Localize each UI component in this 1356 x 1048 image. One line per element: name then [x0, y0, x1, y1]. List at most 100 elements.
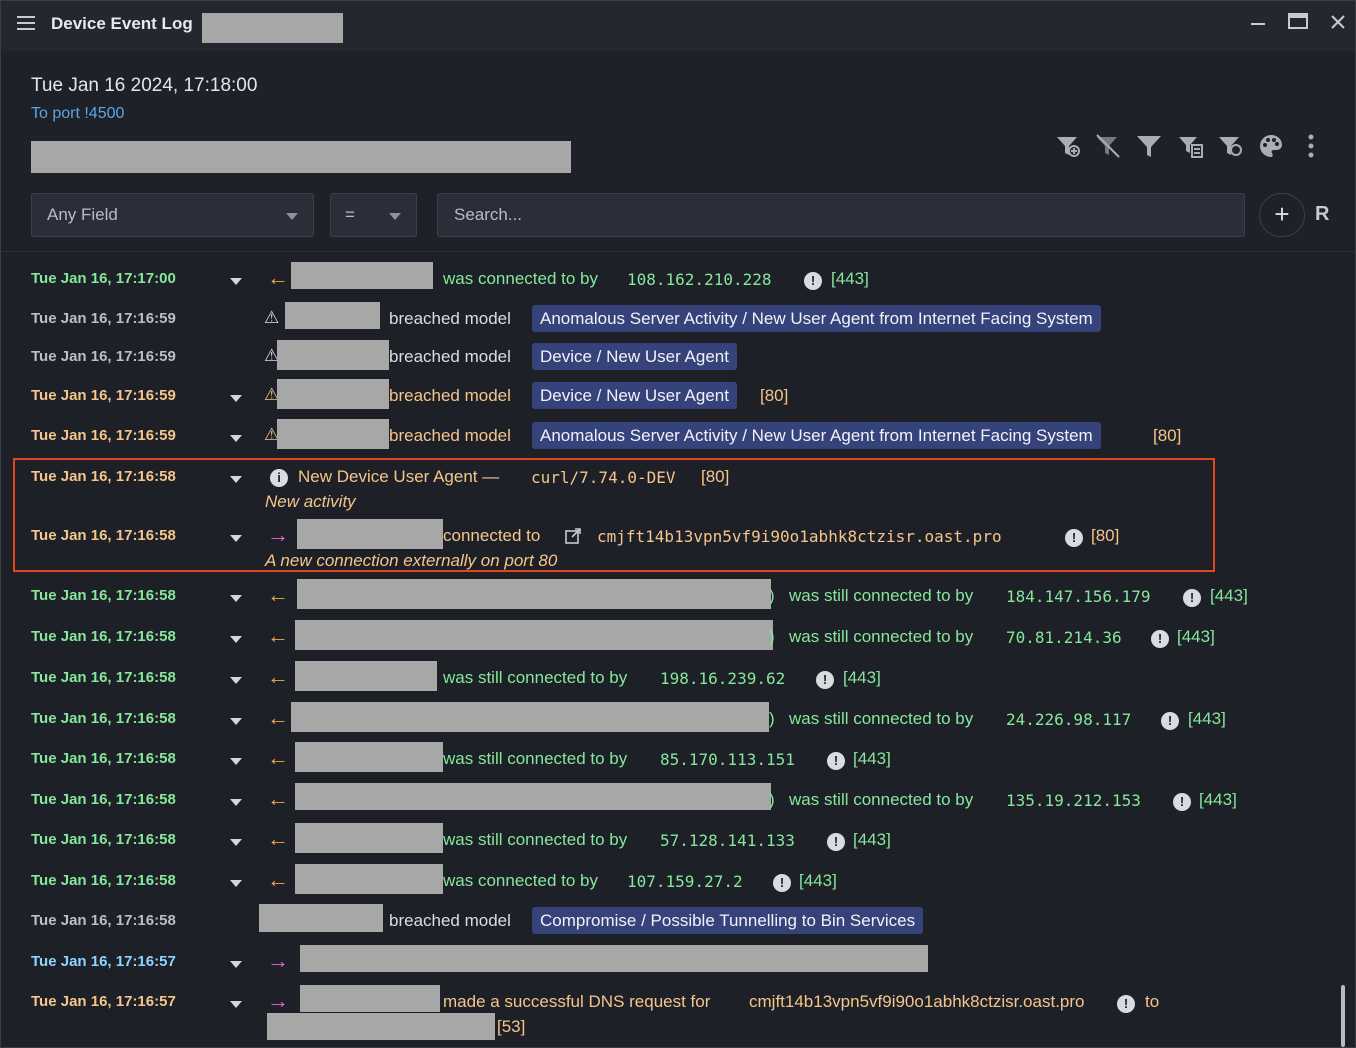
chevron-down-icon[interactable]	[230, 636, 242, 643]
event-host[interactable]: cmjft14b13vpn5vf9i90o1abhk8ctzisr.oast.p…	[597, 527, 1002, 546]
info-icon[interactable]: !	[804, 272, 822, 290]
close-icon[interactable]	[1325, 11, 1351, 37]
event-text: connected to	[443, 526, 541, 545]
filter-toggle-icon[interactable]	[1217, 133, 1243, 159]
event-ip[interactable]: 108.162.210.228	[627, 270, 772, 289]
list-item[interactable]: Tue Jan 16, 17:16:58 ← ) was still conne…	[1, 579, 1341, 615]
chevron-down-icon[interactable]	[230, 476, 242, 483]
info-icon[interactable]: !	[1117, 995, 1135, 1013]
palette-icon[interactable]	[1258, 133, 1284, 159]
redacted-host	[295, 661, 437, 691]
info-icon[interactable]: !	[1151, 630, 1169, 648]
event-port: [80]	[701, 467, 730, 486]
event-port: [53]	[497, 1017, 526, 1036]
paren: )	[769, 709, 775, 728]
redacted-host	[291, 262, 433, 289]
event-ip[interactable]: 85.170.113.151	[660, 750, 795, 769]
operator-select[interactable]: =	[330, 193, 417, 237]
event-subtitle: New activity	[265, 492, 356, 511]
list-item[interactable]: Tue Jan 16, 17:16:58 ← was still connect…	[1, 661, 1341, 697]
chevron-down-icon[interactable]	[230, 435, 242, 442]
list-item[interactable]: Tue Jan 16, 17:16:58 → connected to cmjf…	[1, 519, 1341, 575]
list-item[interactable]: Tue Jan 16, 17:16:57 →	[1, 945, 1341, 981]
info-icon[interactable]: !	[1173, 793, 1191, 811]
event-ip[interactable]: 107.159.27.2	[627, 872, 743, 891]
list-item[interactable]: Tue Jan 16, 17:16:58 i New Device User A…	[1, 460, 1341, 516]
r-button[interactable]: R	[1315, 203, 1329, 226]
chevron-down-icon[interactable]	[230, 758, 242, 765]
event-host[interactable]: cmjft14b13vpn5vf9i90o1abhk8ctzisr.oast.p…	[749, 992, 1084, 1012]
event-time: Tue Jan 16, 17:16:59	[31, 427, 176, 444]
info-icon[interactable]: !	[827, 833, 845, 851]
minimize-icon[interactable]	[1245, 11, 1271, 37]
chevron-down-icon[interactable]	[230, 718, 242, 725]
chevron-down-icon[interactable]	[230, 595, 242, 602]
event-ip[interactable]: 24.226.98.117	[1006, 710, 1131, 729]
chevron-down-icon	[389, 213, 401, 220]
chevron-down-icon[interactable]	[230, 395, 242, 402]
chevron-down-icon[interactable]	[230, 1001, 242, 1008]
arrow-left-icon: ←	[267, 623, 289, 648]
field-select-value: Any Field	[47, 205, 118, 224]
external-link-icon[interactable]	[564, 527, 582, 550]
list-item[interactable]: Tue Jan 16, 17:16:59 ⚠ breached model An…	[1, 419, 1341, 455]
window-title: Device Event Log	[51, 14, 193, 33]
info-icon[interactable]: !	[1065, 529, 1083, 547]
search-input[interactable]: Search...	[437, 193, 1245, 237]
list-item[interactable]: Tue Jan 16, 17:16:58 ← was connected to …	[1, 864, 1341, 900]
info-icon[interactable]: !	[773, 874, 791, 892]
list-item[interactable]: Tue Jan 16, 17:17:00 ← was connected to …	[1, 262, 1341, 298]
list-item[interactable]: Tue Jan 16, 17:16:59 ⚠ breached model De…	[1, 340, 1341, 376]
model-tag[interactable]: Compromise / Possible Tunnelling to Bin …	[532, 907, 924, 934]
event-time: Tue Jan 16, 17:16:58	[31, 791, 176, 808]
list-item[interactable]: Tue Jan 16, 17:16:58 ← ) was still conne…	[1, 620, 1341, 656]
chevron-down-icon[interactable]	[230, 880, 242, 887]
field-select[interactable]: Any Field	[31, 193, 314, 237]
scrollbar[interactable]	[1341, 985, 1345, 1047]
list-item[interactable]: Tue Jan 16, 17:16:58 breached model Comp…	[1, 904, 1341, 940]
list-item[interactable]: Tue Jan 16, 17:16:58 ← was still connect…	[1, 742, 1341, 778]
event-ip[interactable]: 184.147.156.179	[1006, 587, 1151, 606]
chevron-down-icon[interactable]	[230, 535, 242, 542]
list-item[interactable]: Tue Jan 16, 17:16:58 ← ) was still conne…	[1, 702, 1341, 738]
filter-add-icon[interactable]	[1055, 133, 1081, 159]
event-ip[interactable]: 198.16.239.62	[660, 669, 785, 688]
chevron-down-icon[interactable]	[230, 278, 242, 285]
filter-list-icon[interactable]	[1177, 133, 1203, 159]
title-bar: Device Event Log	[1, 1, 1355, 51]
model-tag[interactable]: Device / New User Agent	[532, 382, 737, 409]
more-vertical-icon[interactable]	[1301, 133, 1327, 159]
info-icon[interactable]: !	[827, 752, 845, 770]
chevron-down-icon[interactable]	[230, 799, 242, 806]
port-link[interactable]: To port !4500	[31, 105, 124, 123]
arrow-right-icon: →	[267, 522, 289, 547]
list-item[interactable]: Tue Jan 16, 17:16:57 → made a successful…	[1, 985, 1341, 1041]
chevron-down-icon[interactable]	[230, 677, 242, 684]
chevron-down-icon[interactable]	[230, 839, 242, 846]
info-icon[interactable]: !	[1183, 589, 1201, 607]
maximize-icon[interactable]	[1285, 11, 1311, 37]
model-tag[interactable]: Device / New User Agent	[532, 343, 737, 370]
list-item[interactable]: Tue Jan 16, 17:16:58 ← was still connect…	[1, 823, 1341, 859]
paren: )	[769, 790, 775, 809]
list-item[interactable]: Tue Jan 16, 17:16:58 ← ) was still conne…	[1, 783, 1341, 819]
event-ip[interactable]: 57.128.141.133	[660, 831, 795, 850]
event-port: [80]	[760, 386, 789, 405]
event-ip[interactable]: 70.81.214.36	[1006, 628, 1122, 647]
redacted-device-name	[202, 13, 343, 43]
list-menu-icon[interactable]	[17, 15, 35, 31]
event-text: was connected to by	[443, 871, 598, 890]
filter-clear-icon[interactable]	[1095, 133, 1121, 159]
event-time: Tue Jan 16, 17:16:59	[31, 348, 176, 365]
filter-icon[interactable]	[1136, 133, 1162, 159]
list-item[interactable]: Tue Jan 16, 17:16:59 ⚠ breached model An…	[1, 302, 1341, 338]
event-ip[interactable]: 135.19.212.153	[1006, 791, 1141, 810]
chevron-down-icon[interactable]	[230, 961, 242, 968]
list-item[interactable]: Tue Jan 16, 17:16:59 ⚠ breached model De…	[1, 379, 1341, 415]
add-filter-button[interactable]: +	[1259, 193, 1305, 237]
model-tag[interactable]: Anomalous Server Activity / New User Age…	[532, 422, 1101, 449]
info-icon[interactable]: !	[816, 671, 834, 689]
info-icon[interactable]: !	[1161, 712, 1179, 730]
model-tag[interactable]: Anomalous Server Activity / New User Age…	[532, 305, 1101, 332]
event-time: Tue Jan 16, 17:16:58	[31, 628, 176, 645]
